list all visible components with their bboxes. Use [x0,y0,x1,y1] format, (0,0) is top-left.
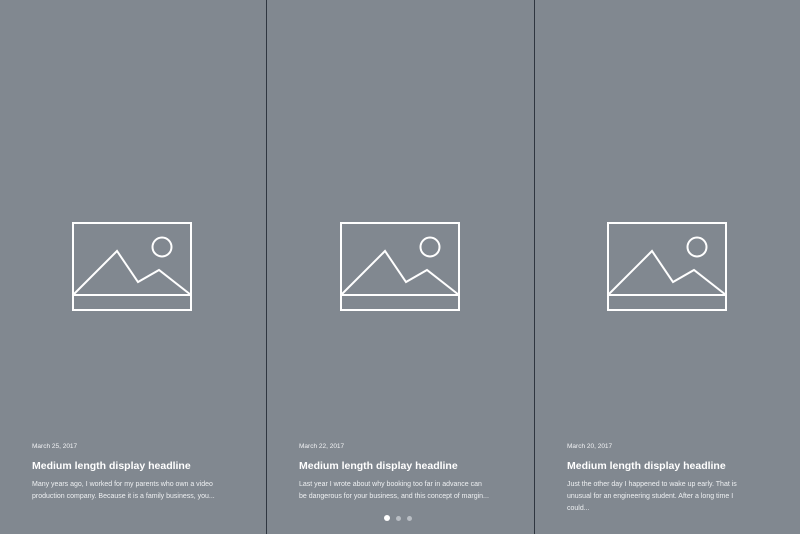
card-content: March 22, 2017 Medium length display hea… [299,442,510,503]
image-placeholder-icon [339,222,462,314]
carousel-pagination [384,515,412,521]
card-headline[interactable]: Medium length display headline [299,459,510,473]
pagination-dot-3[interactable] [407,515,412,521]
card-excerpt: Just the other day I happened to wake up… [567,481,737,512]
card-date: March 20, 2017 [567,443,613,450]
card-date: March 22, 2017 [299,443,345,450]
pagination-dot-2[interactable] [396,515,401,521]
card-excerpt: Many years ago, I worked for my parents … [32,481,215,500]
image-placeholder-icon [606,222,729,314]
card-headline[interactable]: Medium length display headline [32,459,242,473]
card-content: March 20, 2017 Medium length display hea… [567,442,776,515]
image-placeholder-icon [72,222,194,314]
article-card[interactable]: March 22, 2017 Medium length display hea… [266,0,534,534]
card-date: March 25, 2017 [32,443,78,450]
pagination-dot-1[interactable] [384,515,390,521]
article-card[interactable]: March 20, 2017 Medium length display hea… [534,0,800,534]
article-carousel: March 25, 2017 Medium length display hea… [0,0,800,534]
card-headline[interactable]: Medium length display headline [567,459,776,473]
card-excerpt: Last year I wrote about why booking too … [299,481,489,500]
card-content: March 25, 2017 Medium length display hea… [32,442,242,503]
article-card[interactable]: March 25, 2017 Medium length display hea… [0,0,266,534]
